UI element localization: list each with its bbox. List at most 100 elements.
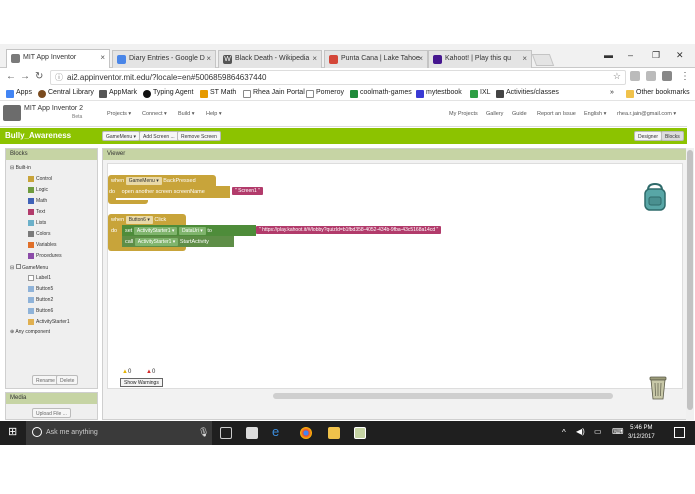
remove-screen-button[interactable]: Remove Screen [177, 131, 221, 141]
kahoot-url-text-block[interactable]: " https://play.kahoot.it/#/lobby?quizId=… [256, 226, 442, 234]
bookmarks-overflow[interactable]: » [610, 89, 614, 96]
bookmark-typing-agent[interactable]: Typing Agent [143, 89, 193, 98]
tree-button2[interactable]: Button2 [36, 297, 53, 303]
bookmark-coolmath-games[interactable]: coolmath-games [350, 89, 412, 98]
battery-icon[interactable]: ▭ [594, 427, 602, 436]
close-icon[interactable]: × [206, 54, 211, 63]
tab-kahoot[interactable]: Kahoot! | Play this qu × [428, 50, 532, 68]
close-icon[interactable]: × [522, 54, 527, 63]
menu-projects[interactable]: Projects ▾ [107, 111, 131, 117]
cortana-search-input[interactable]: Ask me anything 🎙 [26, 421, 212, 445]
setter-component-dropdown[interactable]: ActivityStarter1 ▾ [133, 227, 178, 235]
screen-name-text-block[interactable]: " Screen1 " [232, 187, 263, 195]
trash-icon[interactable] [648, 374, 668, 400]
tab-app-inventor[interactable]: MIT App Inventor × [6, 49, 110, 69]
link-report-issue[interactable]: Report an Issue [537, 111, 576, 117]
bookmark-ixl[interactable]: IXL [470, 89, 491, 98]
tree-any-component[interactable]: ⊕ Any component [10, 329, 50, 335]
back-arrow-icon[interactable]: ← [6, 71, 16, 82]
bookmark-central-library[interactable]: Central Library [38, 89, 94, 98]
rename-button[interactable]: Rename [32, 375, 59, 385]
call-component-dropdown[interactable]: ActivityStarter1 ▾ [134, 238, 179, 246]
close-window-icon[interactable]: ✕ [676, 50, 684, 61]
tab-black-death[interactable]: W Black Death - Wikipedia × [218, 50, 322, 68]
event-block-button6-click[interactable]: when Button6 ▾ Click [108, 214, 186, 225]
tree-button6[interactable]: Button6 [36, 308, 53, 314]
keyboard-icon[interactable]: ⌨ [612, 427, 624, 436]
event-block-backpressed[interactable]: when GameMenu ▾ BackPressed [108, 175, 216, 186]
close-icon[interactable]: × [100, 53, 105, 62]
menu-build[interactable]: Build ▾ [178, 111, 195, 117]
extension-icon[interactable] [630, 71, 640, 81]
chrome-icon[interactable] [300, 427, 312, 439]
show-hidden-icons-chevron-icon[interactable]: ^ [562, 428, 566, 437]
account-menu[interactable]: rhea.r.jain@gmail.com ▾ [617, 111, 676, 117]
extension-icon[interactable] [662, 71, 672, 81]
show-warnings-button[interactable]: Show Warnings [120, 378, 163, 387]
page-vertical-scrollbar[interactable] [686, 148, 694, 420]
menu-help[interactable]: Help ▾ [206, 111, 222, 117]
tab-punta-cana[interactable]: Punta Cana | Lake Tahoe × [324, 50, 428, 68]
language-select[interactable]: English ▾ [584, 111, 606, 117]
bookmark-activities-classes[interactable]: Activities/classes [496, 89, 559, 98]
bookmark-rhea-jain-portal[interactable]: Rhea Jain Portal [243, 89, 305, 98]
windows-start-icon[interactable]: ⊞ [8, 425, 20, 438]
blocks-button[interactable]: Blocks [661, 131, 684, 141]
microphone-icon[interactable]: 🎙 [198, 427, 209, 438]
tab-diary-entries[interactable]: Diary Entries - Google D × [112, 50, 216, 68]
url-input[interactable]: ⓘ ai2.appinventor.mit.edu/?locale=en#500… [50, 70, 626, 85]
designer-button[interactable]: Designer [634, 131, 663, 141]
bookmark-appmark[interactable]: AppMark [99, 89, 137, 98]
component-dropdown[interactable]: Button6 ▾ [125, 216, 153, 224]
tree-built-in[interactable]: ⊟ Built-in [10, 165, 31, 171]
reload-icon[interactable]: ↻ [35, 71, 43, 82]
action-center-icon[interactable] [674, 427, 685, 438]
tree-label1[interactable]: Label1 [36, 275, 51, 281]
upload-file-button[interactable]: Upload File ... [32, 408, 71, 418]
tree-variables[interactable]: Variables [36, 242, 56, 248]
add-screen-button[interactable]: Add Screen ... [139, 131, 179, 141]
file-explorer-icon[interactable] [328, 427, 340, 439]
volume-icon[interactable]: ◀) [576, 427, 585, 436]
taskbar-clock[interactable]: 5:46 PM 3/12/2017 [628, 424, 655, 442]
blocks-workspace[interactable]: when GameMenu ▾ BackPressed do open anot… [107, 163, 683, 400]
property-dropdown[interactable]: DataUri ▾ [178, 227, 206, 235]
tree-activitystarter1[interactable]: ActivityStarter1 [36, 319, 70, 325]
tree-lists[interactable]: Lists [36, 220, 46, 226]
app-inventor-taskbar-icon[interactable] [354, 427, 366, 439]
new-tab-button[interactable] [531, 54, 555, 66]
close-icon[interactable]: × [312, 54, 317, 63]
app-inventor-logo-icon[interactable] [3, 105, 21, 121]
backpack-icon[interactable] [642, 182, 668, 212]
set-datauri-block[interactable]: set ActivityStarter1 ▾ DataUri ▾ to [122, 225, 256, 236]
tree-screen-gamemenu[interactable]: ⊟ GameMenu [10, 264, 48, 271]
tree-control[interactable]: Control [36, 176, 52, 182]
user-profile-icon[interactable]: ▬ [604, 50, 613, 60]
tree-colors[interactable]: Colors [36, 231, 50, 237]
store-icon[interactable] [246, 427, 258, 439]
call-startactivity-block[interactable]: call ActivityStarter1 ▾ StartActivity [122, 236, 234, 247]
screen-select[interactable]: GameMenu ▾ [102, 131, 141, 141]
other-bookmarks[interactable]: Other bookmarks [626, 89, 690, 98]
scrollbar-thumb[interactable] [687, 150, 693, 410]
delete-button[interactable]: Delete [56, 375, 79, 385]
close-icon[interactable]: × [418, 54, 423, 63]
link-guide[interactable]: Guide [512, 111, 527, 117]
menu-kebab-icon[interactable]: ⋮ [680, 71, 690, 82]
star-icon[interactable]: ☆ [613, 71, 621, 82]
forward-arrow-icon[interactable]: → [20, 71, 30, 82]
component-dropdown[interactable]: GameMenu ▾ [125, 177, 162, 185]
edge-icon[interactable]: e [272, 424, 284, 439]
restore-icon[interactable]: ❐ [652, 50, 660, 61]
minimize-icon[interactable]: – [628, 50, 633, 60]
menu-connect[interactable]: Connect ▾ [142, 111, 167, 117]
link-my-projects[interactable]: My Projects [449, 111, 478, 117]
tree-logic[interactable]: Logic [36, 187, 48, 193]
link-gallery[interactable]: Gallery [486, 111, 503, 117]
task-view-icon[interactable] [220, 427, 232, 439]
bookmark-apps[interactable]: Apps [6, 89, 32, 98]
bookmark-st-math[interactable]: ST Math [200, 89, 236, 98]
tree-text[interactable]: Text [36, 209, 45, 215]
horizontal-scrollbar[interactable] [273, 393, 613, 399]
open-another-screen-block[interactable]: do open another screen screenName [108, 186, 230, 198]
